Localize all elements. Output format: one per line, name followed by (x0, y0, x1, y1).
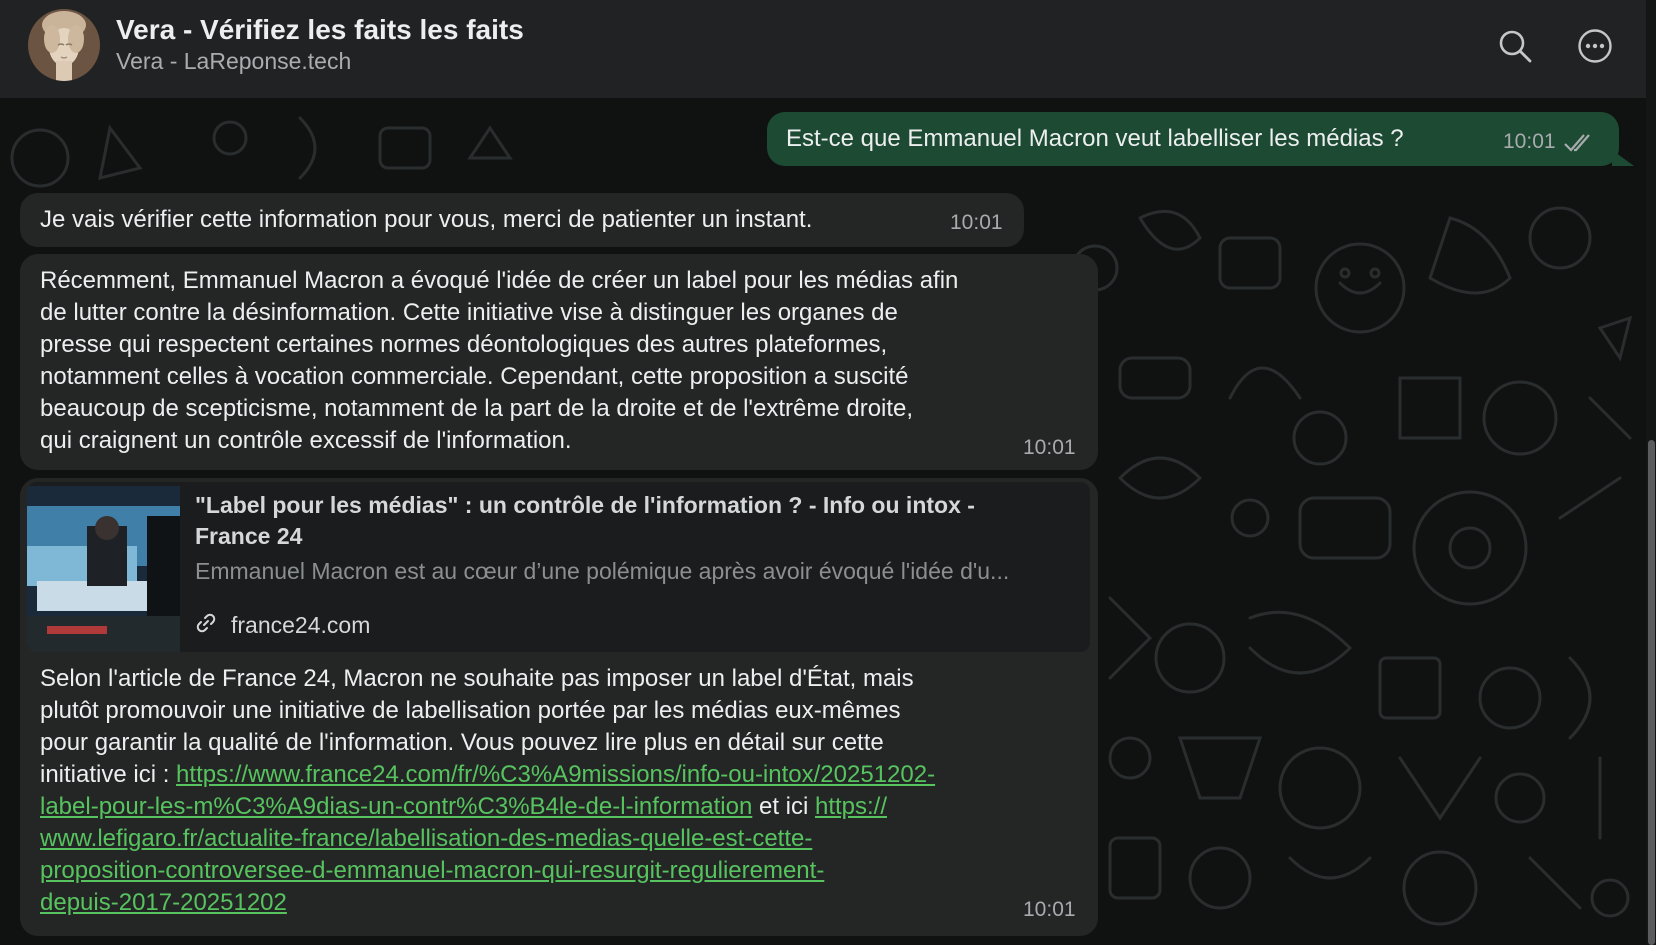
scrollbar-thumb[interactable] (1648, 440, 1655, 945)
message-time: 10:01 (1023, 436, 1076, 459)
message-line: Récemment, Emmanuel Macron a évoqué l'id… (40, 267, 959, 294)
message-line: proposition-controversee-d-emmanuel-macr… (40, 855, 935, 887)
contact-avatar[interactable] (28, 9, 100, 81)
lefigaro-link-continued[interactable]: depuis-2017-20251202 (40, 889, 287, 916)
lefigaro-link-continued[interactable]: www.lefigaro.fr/actualite-france/labelli… (40, 825, 812, 852)
preview-title: "Label pour les médias" : un contrôle de… (195, 490, 1065, 552)
message-time: 10:01 (950, 211, 1003, 234)
message-line: pour garantir la qualité de l'informatio… (40, 729, 884, 756)
link-connector: et ici (752, 793, 815, 820)
preview-title-line: "Label pour les médias" : un contrôle de… (195, 492, 975, 518)
message-text: Est-ce que Emmanuel Macron veut labellis… (786, 125, 1404, 152)
chat-title: Vera - Vérifiez les faits les faits (116, 14, 524, 45)
message-line: label-pour-les-m%C3%A9dias-un-contr%C3%B… (40, 791, 935, 823)
france24-link[interactable]: https://www.france24.com/fr/%C3%A9missio… (176, 761, 935, 788)
chat-background: Est-ce que Emmanuel Macron veut labellis… (0, 98, 1646, 945)
preview-description: Emmanuel Macron est au cœur d’une polémi… (195, 558, 1010, 584)
message-line: de lutter contre la désinformation. Cett… (40, 299, 898, 326)
more-options-icon[interactable] (1577, 28, 1613, 64)
message-body: Récemment, Emmanuel Macron a évoqué l'id… (40, 265, 958, 457)
preview-domain: france24.com (231, 612, 371, 638)
double-check-icon (1564, 134, 1590, 152)
message-line: www.lefigaro.fr/actualite-france/labelli… (40, 823, 935, 855)
preview-title-line: France 24 (195, 523, 303, 549)
message-line: initiative ici : https://www.france24.co… (40, 759, 935, 791)
lefigaro-link[interactable]: https:// (815, 793, 887, 820)
message-line: notamment celles à vocation commerciale.… (40, 363, 909, 390)
message-line: qui craignent un contrôle excessif de l'… (40, 427, 572, 454)
chat-header: Vera - Vérifiez les faits les faits Vera… (0, 0, 1646, 99)
message-time: 10:01 (1023, 898, 1076, 921)
chat-subtitle: Vera - LaReponse.tech (116, 48, 352, 74)
message-line: depuis-2017-20251202 (40, 887, 935, 919)
message-line: Selon l'article de France 24, Macron ne … (40, 665, 914, 692)
message-line: plutôt promouvoir une initiative de labe… (40, 697, 901, 724)
link-icon (196, 613, 216, 633)
incoming-message-bubble[interactable]: Je vais vérifier cette information pour … (20, 193, 1024, 247)
france24-link-continued[interactable]: label-pour-les-m%C3%A9dias-un-contr%C3%B… (40, 793, 752, 820)
link-preview-card[interactable]: "Label pour les médias" : un contrôle de… (27, 482, 1090, 652)
line-prefix: initiative ici : (40, 761, 177, 788)
incoming-message-bubble[interactable]: Récemment, Emmanuel Macron a évoqué l'id… (20, 254, 1098, 470)
bubble-tail (1612, 150, 1634, 166)
outgoing-message-bubble[interactable]: Est-ce que Emmanuel Macron veut labellis… (767, 112, 1619, 166)
message-time: 10:01 (1503, 130, 1556, 153)
lefigaro-link-continued[interactable]: proposition-controversee-d-emmanuel-macr… (40, 857, 824, 884)
search-icon[interactable] (1497, 28, 1533, 64)
preview-thumbnail (27, 486, 180, 652)
message-line: beaucoup de scepticisme, notamment de la… (40, 395, 914, 422)
message-text: Je vais vérifier cette information pour … (40, 206, 813, 233)
message-line: presse qui respectent certaines normes d… (40, 331, 888, 358)
message-body: Selon l'article de France 24, Macron ne … (40, 663, 935, 919)
